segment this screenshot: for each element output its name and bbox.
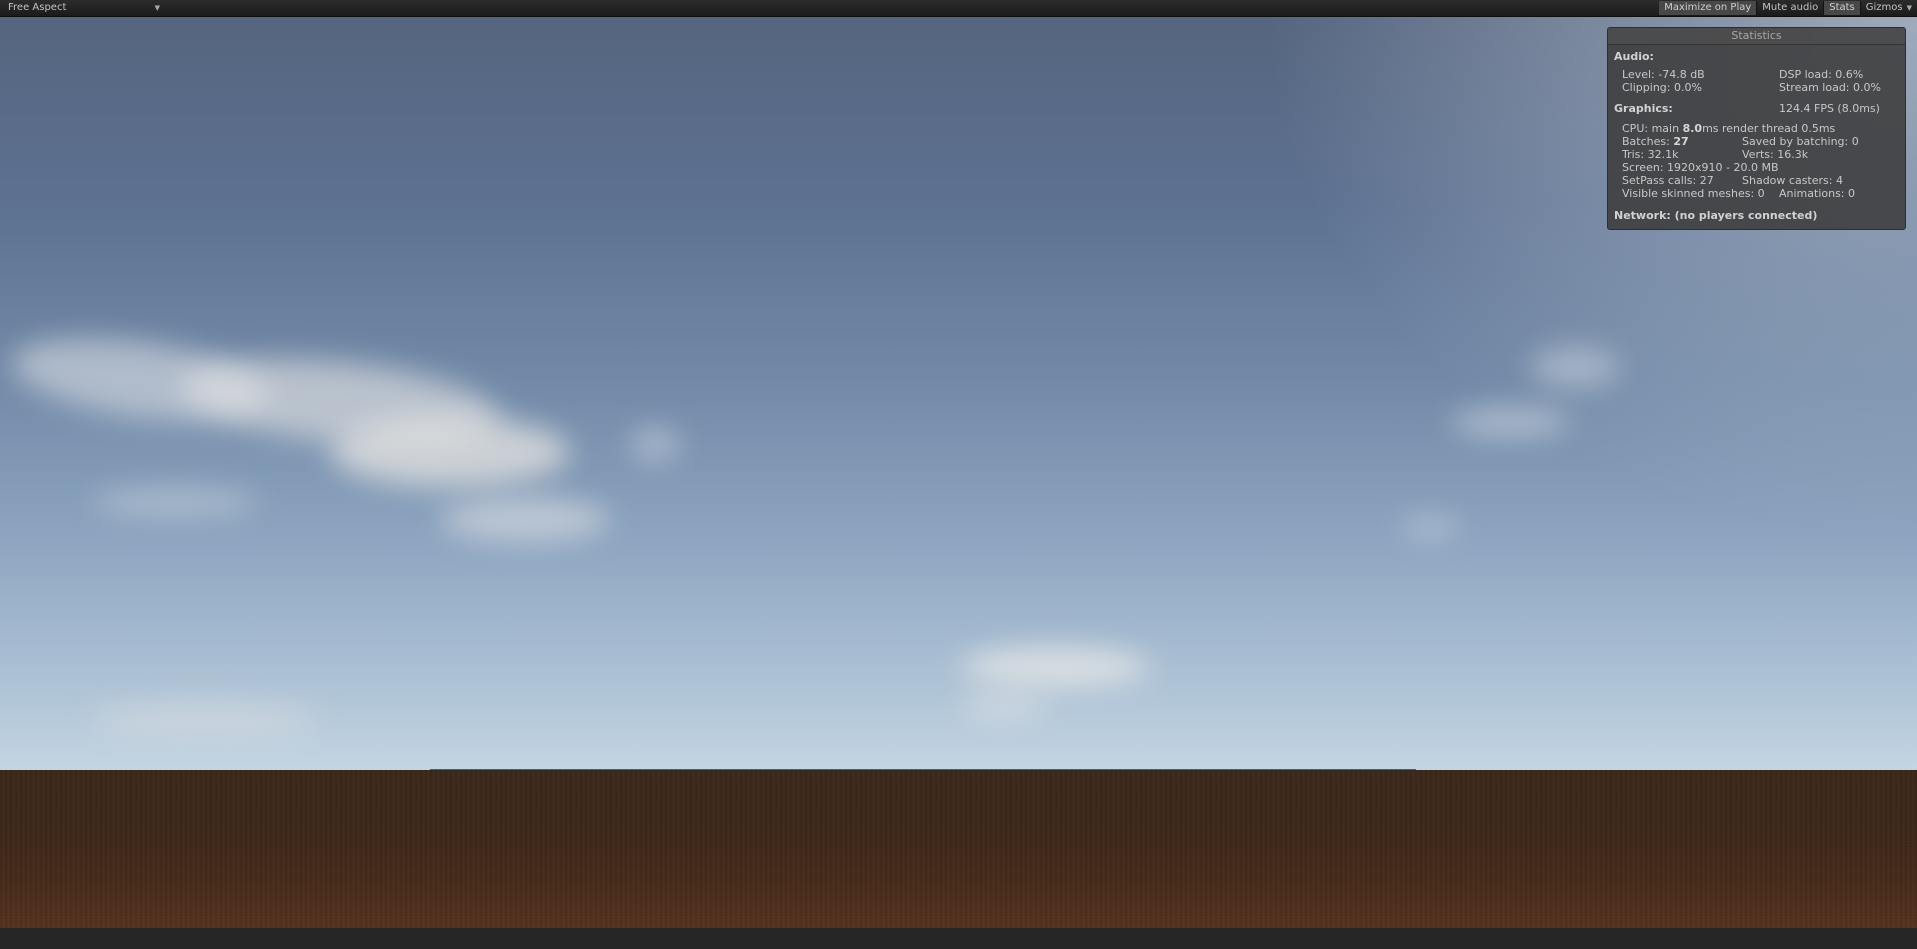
- batches-value: 27: [1673, 135, 1689, 148]
- graphics-saved-by-batching: Saved by batching: 0: [1742, 135, 1859, 148]
- gizmos-label: Gizmos: [1865, 2, 1903, 13]
- cpu-suffix: ms render thread 0.5ms: [1702, 122, 1836, 135]
- graphics-shadow-casters: Shadow casters: 4: [1742, 174, 1843, 187]
- chevron-down-icon: ▼: [154, 4, 160, 12]
- cloud: [960, 647, 1150, 687]
- network-status: Network: (no players connected): [1614, 209, 1818, 222]
- cloud: [90, 487, 260, 517]
- game-view-window: Free Aspect ▼ Maximize on Play Mute audi…: [0, 0, 1917, 949]
- toolbar-right-group: Maximize on Play Mute audio Stats Gizmos…: [1659, 1, 1917, 15]
- graphics-visible-skinned: Visible skinned meshes: 0: [1622, 187, 1765, 200]
- audio-level: Level: -74.8 dB: [1622, 68, 1705, 81]
- cloud: [90, 702, 320, 737]
- graphics-animations: Animations: 0: [1779, 187, 1856, 200]
- graphics-screen: Screen: 1920x910 - 20.0 MB: [1622, 161, 1779, 174]
- statistics-title: Statistics: [1608, 28, 1905, 45]
- chevron-down-icon: ▼: [1906, 4, 1912, 12]
- audio-stream-load: Stream load: 0.0%: [1779, 81, 1881, 94]
- batches-prefix: Batches:: [1622, 135, 1674, 148]
- graphics-verts: Verts: 16.3k: [1742, 148, 1809, 161]
- cloud: [630, 427, 680, 462]
- cloud: [440, 497, 610, 542]
- game-view-toolbar: Free Aspect ▼ Maximize on Play Mute audi…: [0, 0, 1917, 17]
- audio-header: Audio:: [1614, 50, 1654, 63]
- cpu-main-value: 8.0: [1682, 122, 1703, 135]
- aspect-dropdown[interactable]: Free Aspect ▼: [2, 1, 162, 15]
- graphics-header: Graphics:: [1614, 102, 1673, 115]
- graphics-cpu: CPU: main 8.0ms render thread 0.5ms: [1622, 122, 1835, 135]
- terrain-ground: [0, 770, 1917, 928]
- graphics-setpass: SetPass calls: 27: [1622, 174, 1714, 187]
- maximize-on-play-toggle[interactable]: Maximize on Play: [1659, 1, 1757, 15]
- horizon-edge: [430, 769, 1416, 771]
- cloud: [960, 697, 1050, 717]
- cloud: [330, 417, 570, 487]
- cloud: [1400, 517, 1460, 537]
- gizmos-dropdown[interactable]: Gizmos ▼: [1861, 1, 1917, 15]
- mute-audio-toggle[interactable]: Mute audio: [1757, 1, 1823, 15]
- stats-toggle[interactable]: Stats: [1824, 1, 1860, 15]
- audio-dsp-load: DSP load: 0.6%: [1779, 68, 1864, 81]
- aspect-dropdown-label: Free Aspect: [8, 2, 67, 13]
- cloud: [1450, 407, 1570, 437]
- graphics-fps: 124.4 FPS (8.0ms): [1779, 102, 1880, 115]
- window-bottom-bar: [0, 928, 1917, 949]
- graphics-tris: Tris: 32.1k: [1622, 148, 1679, 161]
- audio-clipping: Clipping: 0.0%: [1622, 81, 1702, 94]
- terrain-texture: [0, 770, 1917, 928]
- statistics-panel: Statistics Audio: Level: -74.8 dB DSP lo…: [1607, 27, 1906, 230]
- cpu-prefix: CPU: main: [1622, 122, 1683, 135]
- cloud: [1530, 347, 1620, 387]
- graphics-batches: Batches: 27: [1622, 135, 1689, 148]
